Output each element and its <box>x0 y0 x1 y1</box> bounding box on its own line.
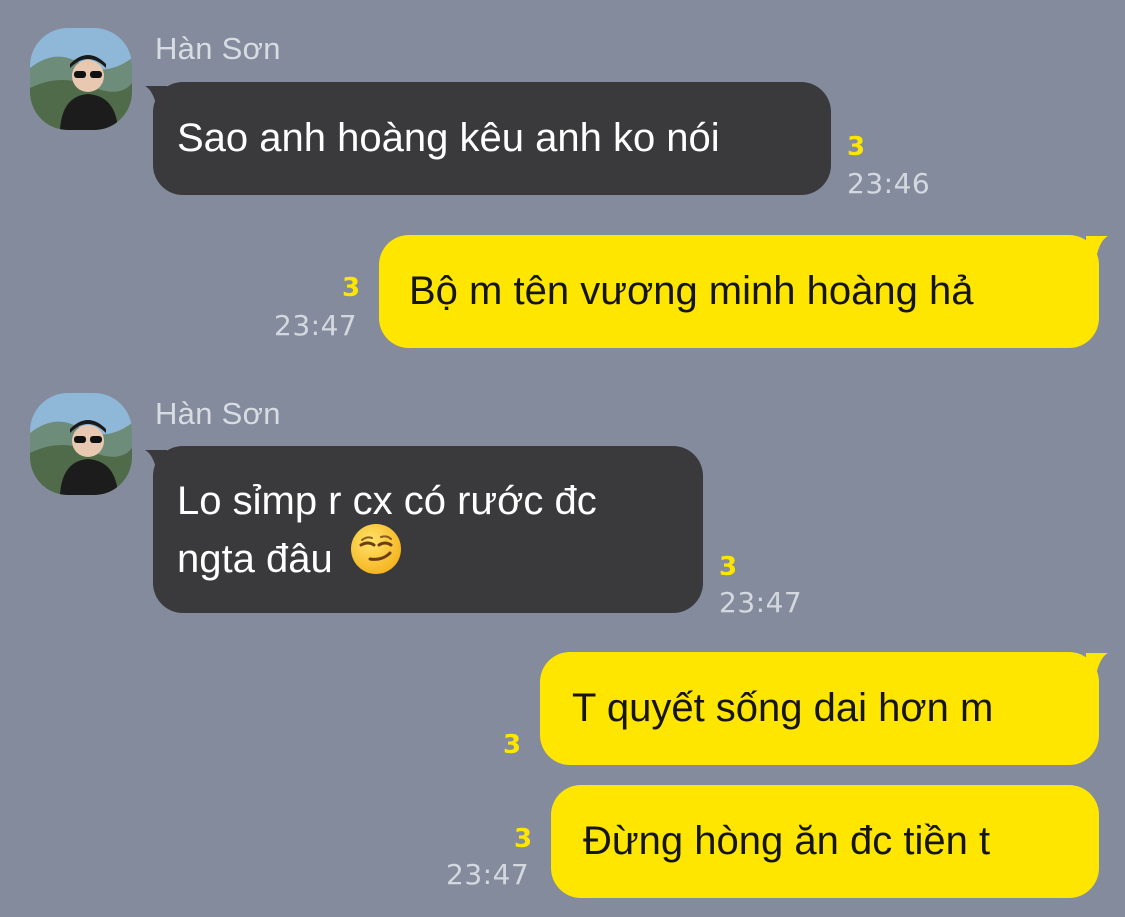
sender-avatar[interactable] <box>30 28 132 130</box>
avatar-photo <box>30 393 132 495</box>
message-text: T quyết sống dai hơn m <box>572 686 994 730</box>
unread-count: 3 <box>503 730 522 760</box>
message-bubble-outgoing[interactable]: T quyết sống dai hơn m <box>540 652 1099 765</box>
message-timestamp: 23:47 <box>446 858 530 891</box>
message-timestamp: 23:46 <box>847 167 931 200</box>
sender-name: Hàn Sơn <box>155 31 281 66</box>
message-bubble-outgoing[interactable]: Đừng hòng ăn đc tiền t <box>551 785 1099 898</box>
unread-count: 3 <box>514 824 533 854</box>
message-text-line: ngta đâu <box>177 537 333 581</box>
unread-count: 3 <box>847 132 866 162</box>
message-bubble-outgoing[interactable]: Bộ m tên vương minh hoàng hả <box>379 235 1099 348</box>
message-timestamp: 23:47 <box>274 309 358 342</box>
sender-name: Hàn Sơn <box>155 396 281 431</box>
avatar-photo <box>30 28 132 130</box>
message-bubble-incoming[interactable]: Sao anh hoàng kêu anh ko nói <box>153 82 831 195</box>
smirking-face-icon <box>350 523 402 591</box>
message-text: Sao anh hoàng kêu anh ko nói <box>177 116 720 160</box>
bubble-tail <box>1086 653 1108 675</box>
sender-avatar[interactable] <box>30 393 132 495</box>
unread-count: 3 <box>342 273 361 303</box>
bubble-tail <box>1086 236 1108 258</box>
message-timestamp: 23:47 <box>719 586 803 619</box>
unread-count: 3 <box>719 552 738 582</box>
message-text: Đừng hòng ăn đc tiền t <box>583 819 991 863</box>
message-bubble-incoming[interactable]: Lo sỉmp r cx có rước đc ngta đâu <box>153 446 703 613</box>
message-text-line: Lo sỉmp r cx có rước đc <box>177 479 597 523</box>
message-text: Bộ m tên vương minh hoàng hả <box>409 269 974 313</box>
